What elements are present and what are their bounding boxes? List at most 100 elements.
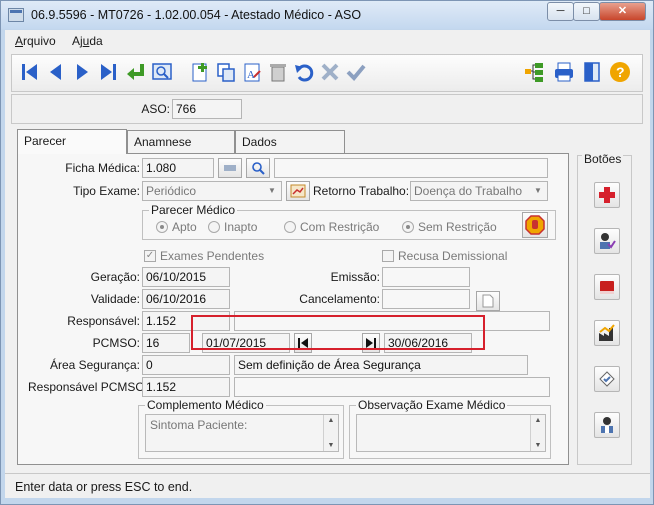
ficha-medica-search-button[interactable] (246, 158, 270, 178)
parecer-stop-button[interactable] (522, 212, 548, 238)
stop-hand-icon (525, 215, 545, 235)
area-seguranca-field[interactable]: 0 (142, 355, 230, 375)
pcmso-field[interactable]: 16 (142, 333, 190, 353)
area-seguranca-desc[interactable]: Sem definição de Área Segurança (234, 355, 528, 375)
responsavel-pcmso-label: Responsável PCMSO: (28, 380, 149, 394)
print-icon[interactable] (552, 60, 576, 84)
retorno-trabalho-select[interactable]: Doença do Trabalho ▼ (410, 181, 548, 201)
tab-anamnese[interactable]: Anamnese (127, 130, 235, 154)
enter-icon (224, 165, 236, 171)
tab-panel-parecer: Ficha Médica: 1.080 Tipo Exame: Periódic… (17, 153, 569, 465)
add-red-cross-button[interactable] (594, 182, 620, 208)
previous-record-icon[interactable] (44, 60, 68, 84)
title-bar[interactable]: 06.9.5596 - MT0726 - 1.02.00.054 - Atest… (1, 1, 653, 29)
medical-book-button[interactable] (594, 274, 620, 300)
cancelamento-button[interactable] (476, 291, 500, 311)
status-bar: Enter data or press ESC to end. (5, 473, 650, 498)
parecer-medico-title: Parecer Médico (149, 203, 238, 217)
radio-com-restricao[interactable]: Com Restrição (284, 220, 379, 234)
recusa-demissional-box (382, 250, 394, 262)
help-icon[interactable]: ? (608, 60, 632, 84)
factory-chart-button[interactable] (594, 320, 620, 346)
observacao-exame-title: Observação Exame Médico (356, 398, 508, 412)
tipo-exame-value: Periódico (146, 184, 197, 198)
minimize-button[interactable]: ─ (547, 2, 574, 21)
cancel-icon[interactable] (318, 60, 342, 84)
undo-icon[interactable] (292, 60, 316, 84)
delete-icon[interactable] (266, 60, 290, 84)
zoom-icon[interactable] (150, 60, 174, 84)
doctor-check-icon (600, 233, 616, 249)
tab-parecer[interactable]: Parecer (17, 129, 127, 154)
complemento-medico-text: Sintoma Paciente: (150, 418, 248, 432)
ficha-medica-desc-field[interactable] (274, 158, 548, 178)
document-check-icon (599, 371, 615, 387)
menu-arquivo-label: rquivo (23, 34, 56, 48)
radio-inapto-dot (208, 221, 220, 233)
confirm-icon[interactable] (344, 60, 368, 84)
responsavel-pcmso-name-field[interactable] (234, 377, 550, 397)
complemento-scrollbar[interactable]: ▲ ▼ (323, 415, 338, 451)
observacao-exame-group: Observação Exame Médico ▲ ▼ (349, 398, 551, 459)
first-record-icon[interactable] (18, 60, 42, 84)
search-icon (252, 162, 265, 175)
maximize-button[interactable]: □ (573, 2, 600, 21)
radio-inapto[interactable]: Inapto (208, 220, 257, 234)
app-window: 06.9.5596 - MT0726 - 1.02.00.054 - Atest… (0, 0, 654, 505)
client-area: A ? ASO: 766 Parecer Anamnese Dados Fich… (5, 51, 650, 498)
tipo-exame-select[interactable]: Periódico ▼ (142, 181, 282, 201)
geracao-field[interactable]: 06/10/2015 (142, 267, 230, 287)
menu-ajuda-label: da (89, 34, 103, 48)
tipo-exame-label: Tipo Exame: (73, 184, 140, 198)
observacao-scrollbar[interactable]: ▲ ▼ (530, 415, 545, 451)
validade-field[interactable]: 06/10/2016 (142, 289, 230, 309)
radio-sem-restricao-dot (402, 221, 414, 233)
add-red-cross-icon (599, 187, 615, 203)
hierarchy-icon[interactable] (522, 60, 546, 84)
complemento-medico-title: Complemento Médico (145, 398, 266, 412)
geracao-label: Geração: (90, 270, 140, 284)
window-title: 06.9.5596 - MT0726 - 1.02.00.054 - Atest… (31, 8, 362, 22)
observacao-exame-memo[interactable]: ▲ ▼ (356, 414, 546, 452)
close-button[interactable]: ✕ (599, 2, 646, 21)
radio-apto[interactable]: Apto (156, 220, 197, 234)
responsavel-pcmso-field[interactable]: 1.152 (142, 377, 230, 397)
ficha-medica-action-button[interactable] (218, 158, 242, 178)
exames-pendentes-checkbox[interactable]: ✓ Exames Pendentes (144, 249, 264, 263)
area-seguranca-label: Área Segurança: (49, 358, 140, 372)
emissao-field[interactable] (382, 267, 470, 287)
radio-sem-restricao[interactable]: Sem Restrição (402, 220, 497, 234)
doctor-icon (601, 417, 613, 433)
edit-icon[interactable]: A (240, 60, 264, 84)
ficha-medica-field[interactable]: 1.080 (142, 158, 214, 178)
highlight-box (191, 315, 485, 350)
scroll-down-icon: ▼ (327, 442, 335, 449)
factory-chart-icon (599, 324, 615, 341)
aso-field[interactable]: 766 (172, 99, 242, 119)
next-record-icon[interactable] (70, 60, 94, 84)
validade-label: Validade: (90, 292, 140, 306)
document-check-button[interactable] (594, 366, 620, 392)
return-icon[interactable] (124, 60, 148, 84)
status-text: Enter data or press ESC to end. (15, 480, 193, 494)
menu-arquivo[interactable]: Arquivo (15, 34, 56, 48)
recusa-demissional-label: Recusa Demissional (398, 249, 508, 263)
complemento-medico-memo[interactable]: Sintoma Paciente: ▲ ▼ (145, 414, 339, 452)
new-record-icon[interactable] (188, 60, 212, 84)
cancelamento-field[interactable] (382, 289, 470, 309)
doctor-button[interactable] (594, 412, 620, 438)
copy-icon[interactable] (214, 60, 238, 84)
tipo-exame-action-button[interactable] (286, 181, 310, 201)
responsavel-label: Responsável: (67, 314, 140, 328)
radio-com-restricao-label: Com Restrição (300, 220, 380, 234)
emissao-label: Emissão: (330, 270, 380, 284)
menu-ajuda[interactable]: Ajuda (72, 34, 103, 48)
exit-icon[interactable] (580, 60, 604, 84)
chevron-down-icon: ▼ (534, 186, 542, 195)
doctor-check-button[interactable] (594, 228, 620, 254)
app-window-icon (8, 8, 24, 22)
radio-inapto-label: Inapto (224, 220, 258, 234)
last-record-icon[interactable] (96, 60, 120, 84)
recusa-demissional-checkbox[interactable]: Recusa Demissional (382, 249, 507, 263)
tab-dados[interactable]: Dados (235, 130, 345, 154)
